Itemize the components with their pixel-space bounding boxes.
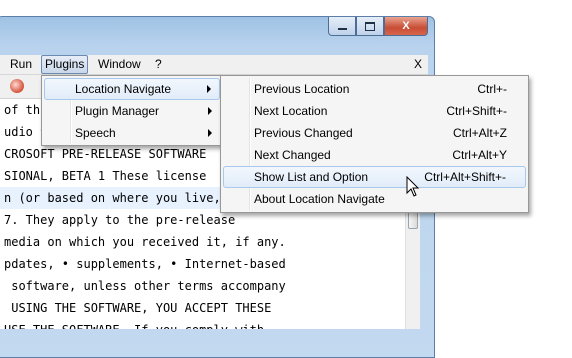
submenu-arrow-icon [207, 85, 211, 93]
menu-item-plugin-manager[interactable]: Plugin Manager [44, 100, 220, 122]
editor-line: USING THE SOFTWARE, YOU ACCEPT THESE [4, 301, 272, 315]
minimize-button[interactable] [328, 17, 356, 36]
editor-line: 7. They apply to the pre-release [4, 213, 236, 227]
menu-item-label: About Location Navigate [254, 192, 385, 206]
location-navigate-submenu: Previous Location Ctrl+- Next Location C… [220, 75, 529, 213]
menu-item-previous-changed[interactable]: Previous Changed Ctrl+Alt+Z [223, 122, 526, 144]
menu-help[interactable]: ? [155, 57, 162, 71]
menu-item-show-list-and-option[interactable]: Show List and Option Ctrl+Alt+Shift+- [223, 166, 526, 188]
minimize-icon [337, 27, 347, 30]
toolbar-tool-icon[interactable] [10, 79, 24, 93]
maximize-icon [365, 21, 375, 31]
menu-item-label: Speech [75, 126, 116, 140]
menu-item-label: Location Navigate [75, 82, 172, 96]
menu-window[interactable]: Window [98, 57, 141, 71]
menu-item-next-location[interactable]: Next Location Ctrl+Shift+- [223, 100, 526, 122]
maximize-button[interactable] [356, 17, 384, 36]
close-button[interactable]: X [384, 17, 428, 36]
menu-item-shortcut: Ctrl+Shift+- [446, 104, 507, 118]
editor-line: media on which you received it, if any. [4, 235, 286, 249]
submenu-arrow-icon [208, 129, 212, 137]
editor-line: SIONAL, BETA 1 These license [4, 169, 207, 183]
menu-item-speech[interactable]: Speech [44, 122, 220, 144]
menu-item-label: Show List and Option [254, 170, 369, 184]
menu-item-label: Plugin Manager [75, 104, 160, 118]
menu-item-label: Previous Location [254, 82, 350, 96]
menu-item-location-navigate[interactable]: Location Navigate [44, 78, 220, 100]
menu-item-about-location-navigate[interactable]: About Location Navigate [223, 188, 526, 210]
menu-plugins[interactable]: Plugins [41, 55, 89, 74]
editor-line: pdates, • supplements, • Internet-based [4, 257, 286, 271]
menu-item-previous-location[interactable]: Previous Location Ctrl+- [223, 78, 526, 100]
mouse-pointer-icon [406, 176, 420, 197]
editor-line: software, unless other terms accompany [4, 279, 286, 293]
close-icon: X [402, 20, 410, 32]
editor-line: of th [4, 103, 41, 117]
menu-item-shortcut: Ctrl+Alt+Y [452, 148, 507, 162]
menu-item-next-changed[interactable]: Next Changed Ctrl+Alt+Y [223, 144, 526, 166]
menu-item-label: Next Location [254, 104, 328, 118]
submenu-arrow-icon [208, 107, 212, 115]
plugins-menu: Location Navigate Plugin Manager Speech [41, 75, 223, 146]
editor-line: USE THE SOFTWARE. If you comply with [4, 319, 264, 329]
menu-item-shortcut: Ctrl+Alt+Z [452, 126, 507, 140]
menubar: Run Plugins Window ? X [0, 55, 428, 75]
menu-item-label: Previous Changed [254, 126, 353, 140]
caption-buttons: X [328, 17, 428, 36]
menu-run[interactable]: Run [10, 57, 32, 71]
menu-item-shortcut: Ctrl+Alt+Shift+- [424, 170, 506, 184]
menu-item-label: Next Changed [254, 148, 331, 162]
menu-item-shortcut: Ctrl+- [477, 82, 507, 96]
editor-line: CROSOFT PRE-RELEASE SOFTWARE [4, 147, 207, 161]
close-document-button[interactable]: X [414, 57, 422, 71]
